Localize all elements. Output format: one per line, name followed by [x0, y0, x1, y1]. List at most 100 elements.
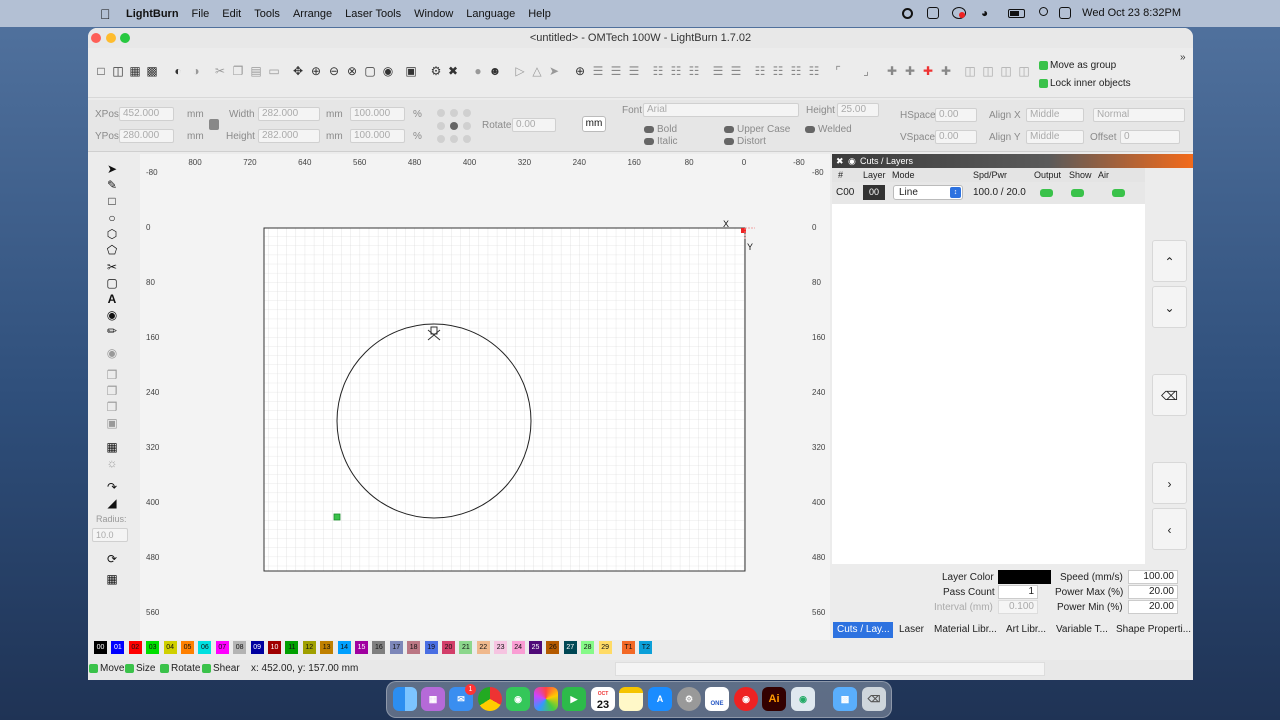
- interval-input[interactable]: 0.100: [998, 600, 1038, 614]
- rotate-input[interactable]: 0.00: [512, 118, 556, 132]
- palette-swatch-12[interactable]: 12: [302, 641, 316, 654]
- distribute-v-icon[interactable]: ☰: [729, 64, 743, 78]
- radius-input[interactable]: 10.0: [92, 528, 128, 542]
- measure-tool-icon[interactable]: ✏: [104, 324, 120, 338]
- record-icon[interactable]: [902, 8, 913, 19]
- space-v-icon[interactable]: ☷: [771, 64, 785, 78]
- corner-tl-icon[interactable]: ⌜: [831, 64, 845, 78]
- menu-laser-tools[interactable]: Laser Tools: [345, 8, 401, 20]
- font-height-input[interactable]: 25.00: [837, 103, 879, 117]
- palette-swatch-13[interactable]: 13: [320, 641, 334, 654]
- zoom-out-icon[interactable]: ⊖: [327, 64, 341, 78]
- xpos-input[interactable]: 452.000: [119, 107, 174, 121]
- group-icon[interactable]: ●: [471, 64, 485, 78]
- distribute-h-icon[interactable]: ☰: [711, 64, 725, 78]
- palette-swatch-21[interactable]: 21: [459, 641, 473, 654]
- spotlight-search-icon[interactable]: [1039, 7, 1048, 16]
- menu-help[interactable]: Help: [528, 8, 551, 20]
- vspace-input[interactable]: 0.00: [935, 130, 977, 144]
- dock-left-icon[interactable]: ◫: [963, 64, 977, 78]
- dock-center-icon[interactable]: ◫: [981, 64, 995, 78]
- move-tool-icon[interactable]: ✥: [291, 64, 305, 78]
- cut-icon[interactable]: ✂: [213, 64, 227, 78]
- space-eq2-icon[interactable]: ☷: [807, 64, 821, 78]
- size-checkbox[interactable]: Size: [125, 661, 155, 677]
- rounded-corner-icon[interactable]: ↷: [104, 480, 120, 494]
- text-mode-select[interactable]: Normal: [1093, 108, 1185, 122]
- rotary-tool-icon[interactable]: ⟳: [104, 552, 120, 566]
- minimize-window-button[interactable]: [106, 33, 116, 43]
- zoom-frame-icon[interactable]: ▢: [363, 64, 377, 78]
- air-toggle-icon[interactable]: [1112, 189, 1125, 197]
- menu-file[interactable]: File: [192, 8, 210, 20]
- palette-swatch-04[interactable]: 04: [163, 641, 177, 654]
- menu-app-name[interactable]: LightBurn: [126, 8, 179, 20]
- palette-swatch-28[interactable]: 28: [581, 641, 595, 654]
- scale-width-input[interactable]: 100.000: [350, 107, 405, 121]
- layer-list[interactable]: [832, 204, 1145, 564]
- tab-cuts-layers[interactable]: Cuts / Lay...: [833, 622, 893, 638]
- align-y-select[interactable]: Middle: [1026, 130, 1084, 144]
- palette-swatch-19[interactable]: 19: [424, 641, 438, 654]
- bold-toggle[interactable]: Bold: [644, 124, 677, 135]
- tab-laser[interactable]: Laser: [899, 624, 924, 635]
- palette-swatch-05[interactable]: 05: [181, 641, 194, 654]
- palette-swatch-14[interactable]: 14: [337, 641, 351, 654]
- zoom-in-icon[interactable]: ⊕: [309, 64, 323, 78]
- tab-art-library[interactable]: Art Libr...: [1006, 624, 1046, 635]
- hspace-input[interactable]: 0.00: [935, 108, 977, 122]
- boolean-union-icon[interactable]: ❐: [104, 368, 120, 382]
- save-as-icon[interactable]: ▩: [145, 64, 159, 78]
- speed-input[interactable]: 100.00: [1128, 570, 1178, 584]
- palette-swatch-15[interactable]: 15: [355, 641, 368, 654]
- position-marker-icon[interactable]: ◉: [104, 308, 120, 322]
- shear-checkbox[interactable]: Shear: [202, 661, 240, 677]
- copy-icon[interactable]: ❐: [231, 64, 245, 78]
- panel-close-icon[interactable]: ✖: [836, 154, 844, 168]
- new-file-icon[interactable]: □: [94, 64, 108, 78]
- palette-swatch-08[interactable]: 08: [233, 641, 247, 654]
- palette-swatch-03[interactable]: 03: [146, 641, 160, 654]
- palette-swatch-06[interactable]: 06: [198, 641, 212, 654]
- rotate-checkbox[interactable]: Rotate: [160, 661, 200, 677]
- space-eq-icon[interactable]: ☷: [789, 64, 803, 78]
- offset-tool-icon[interactable]: ◉: [104, 346, 120, 360]
- utility-app-icon[interactable]: ◉: [791, 687, 815, 711]
- boolean-intersect-icon[interactable]: ❐: [104, 400, 120, 414]
- corner-edit-icon[interactable]: ◢: [104, 496, 120, 510]
- menu-arrange[interactable]: Arrange: [293, 8, 332, 20]
- save-file-icon[interactable]: ▦: [128, 64, 142, 78]
- calendar-icon[interactable]: OCT 23: [591, 687, 615, 711]
- italic-toggle[interactable]: Italic: [644, 136, 678, 147]
- align-left-icon[interactable]: ☰: [591, 64, 605, 78]
- palette-swatch-T2[interactable]: T2: [639, 641, 653, 654]
- menu-window[interactable]: Window: [414, 8, 453, 20]
- move-checkbox[interactable]: Move: [89, 661, 124, 677]
- chrome-icon[interactable]: [478, 687, 502, 711]
- pass-count-input[interactable]: 1: [998, 585, 1038, 599]
- palette-swatch-09[interactable]: 09: [250, 641, 264, 654]
- launchpad-icon[interactable]: ▦: [421, 687, 445, 711]
- illustrator-icon[interactable]: Ai: [762, 687, 786, 711]
- panel-float-icon[interactable]: ◉: [848, 154, 856, 168]
- layer-color-chip[interactable]: 00: [863, 185, 885, 200]
- align-x-select[interactable]: Middle: [1026, 108, 1084, 122]
- center-icon[interactable]: ⊕: [573, 64, 587, 78]
- align-center-icon[interactable]: ☰: [609, 64, 623, 78]
- output-toggle-icon[interactable]: [1040, 189, 1053, 197]
- pentagon-tool-icon[interactable]: ⬠: [104, 243, 120, 257]
- lock-aspect-icon[interactable]: [209, 119, 219, 130]
- power-max-input[interactable]: 20.00: [1128, 585, 1178, 599]
- layer-mode-select[interactable]: Line ↕: [893, 185, 963, 200]
- palette-swatch-16[interactable]: 16: [372, 641, 386, 654]
- delete-icon[interactable]: ▭: [267, 64, 281, 78]
- screen-icon[interactable]: [927, 7, 939, 19]
- palette-swatch-29[interactable]: 29: [598, 641, 612, 654]
- crosshair-right-icon[interactable]: ✚: [939, 64, 953, 78]
- palette-swatch-07[interactable]: 07: [215, 641, 229, 654]
- table-row[interactable]: C00 00 Line ↕ 100.0 / 20.0: [832, 182, 1145, 204]
- user-icon[interactable]: ☻: [488, 64, 502, 78]
- tab-material-library[interactable]: Material Libr...: [934, 624, 997, 635]
- height-input[interactable]: 282.000: [258, 129, 320, 143]
- ellipse-tool-icon[interactable]: ○: [104, 211, 120, 225]
